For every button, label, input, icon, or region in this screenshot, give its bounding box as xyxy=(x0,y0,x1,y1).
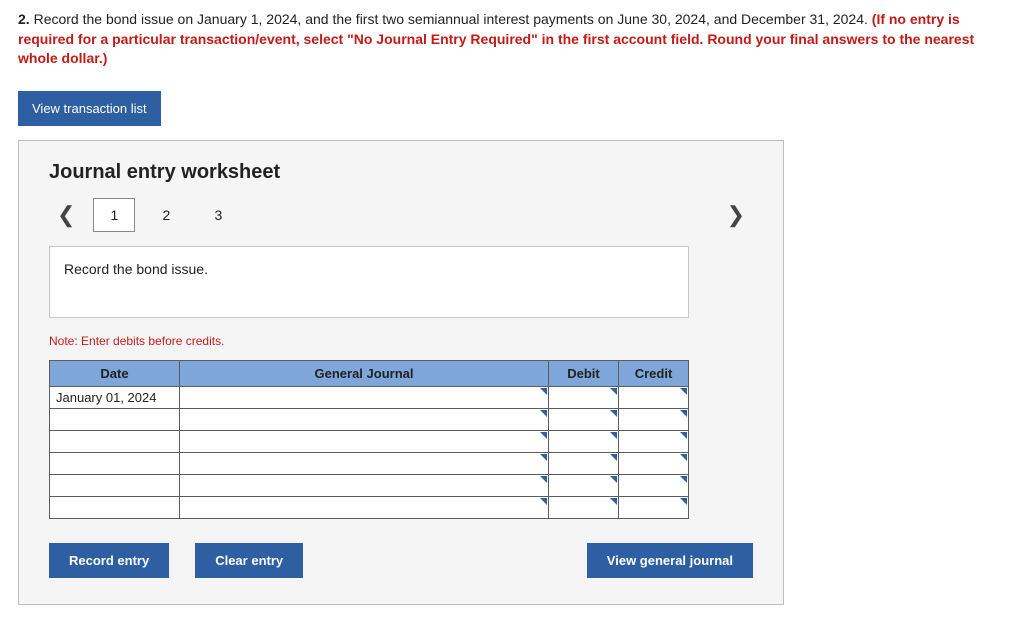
view-transaction-list-button[interactable]: View transaction list xyxy=(18,91,161,126)
header-general-journal: General Journal xyxy=(180,360,549,386)
cell-debit[interactable] xyxy=(549,452,619,474)
journal-entry-worksheet-panel: Journal entry worksheet ❮ 1 2 3 ❯ Record… xyxy=(18,140,784,605)
cell-debit[interactable] xyxy=(549,408,619,430)
table-row: January 01, 2024 xyxy=(50,386,689,408)
cell-debit[interactable] xyxy=(549,474,619,496)
cell-credit[interactable] xyxy=(619,496,689,518)
note-text: Note: Enter debits before credits. xyxy=(49,334,753,348)
table-row xyxy=(50,430,689,452)
cell-credit[interactable] xyxy=(619,408,689,430)
question-number: 2. xyxy=(18,11,30,27)
cell-general-journal[interactable] xyxy=(180,474,549,496)
table-row xyxy=(50,452,689,474)
chevron-left-icon[interactable]: ❮ xyxy=(49,202,83,228)
question-text: 2. Record the bond issue on January 1, 2… xyxy=(18,10,1006,69)
cell-date[interactable] xyxy=(50,496,180,518)
cell-debit[interactable] xyxy=(549,386,619,408)
worksheet-title: Journal entry worksheet xyxy=(49,161,753,184)
cell-general-journal[interactable] xyxy=(180,452,549,474)
cell-general-journal[interactable] xyxy=(180,496,549,518)
record-entry-button[interactable]: Record entry xyxy=(49,543,169,578)
tab-2[interactable]: 2 xyxy=(145,198,187,232)
cell-credit[interactable] xyxy=(619,386,689,408)
instruction-box: Record the bond issue. xyxy=(49,246,689,318)
cell-date[interactable] xyxy=(50,408,180,430)
table-row xyxy=(50,496,689,518)
clear-entry-button[interactable]: Clear entry xyxy=(195,543,303,578)
cell-general-journal[interactable] xyxy=(180,430,549,452)
view-general-journal-button[interactable]: View general journal xyxy=(587,543,753,578)
cell-debit[interactable] xyxy=(549,430,619,452)
cell-credit[interactable] xyxy=(619,452,689,474)
tab-1[interactable]: 1 xyxy=(93,198,135,232)
button-row: Record entry Clear entry View general jo… xyxy=(49,543,753,578)
header-debit: Debit xyxy=(549,360,619,386)
cell-debit[interactable] xyxy=(549,496,619,518)
cell-credit[interactable] xyxy=(619,430,689,452)
cell-credit[interactable] xyxy=(619,474,689,496)
question-body: Record the bond issue on January 1, 2024… xyxy=(34,11,872,27)
journal-entry-table: Date General Journal Debit Credit Januar… xyxy=(49,360,689,519)
cell-general-journal[interactable] xyxy=(180,408,549,430)
chevron-right-icon[interactable]: ❯ xyxy=(719,202,753,228)
table-row xyxy=(50,408,689,430)
header-credit: Credit xyxy=(619,360,689,386)
cell-date[interactable] xyxy=(50,430,180,452)
tab-3[interactable]: 3 xyxy=(197,198,239,232)
header-date: Date xyxy=(50,360,180,386)
cell-general-journal[interactable] xyxy=(180,386,549,408)
table-row xyxy=(50,474,689,496)
instruction-text: Record the bond issue. xyxy=(64,261,208,277)
cell-date[interactable]: January 01, 2024 xyxy=(50,386,180,408)
cell-date[interactable] xyxy=(50,452,180,474)
cell-date[interactable] xyxy=(50,474,180,496)
tab-row: ❮ 1 2 3 ❯ xyxy=(49,198,753,232)
